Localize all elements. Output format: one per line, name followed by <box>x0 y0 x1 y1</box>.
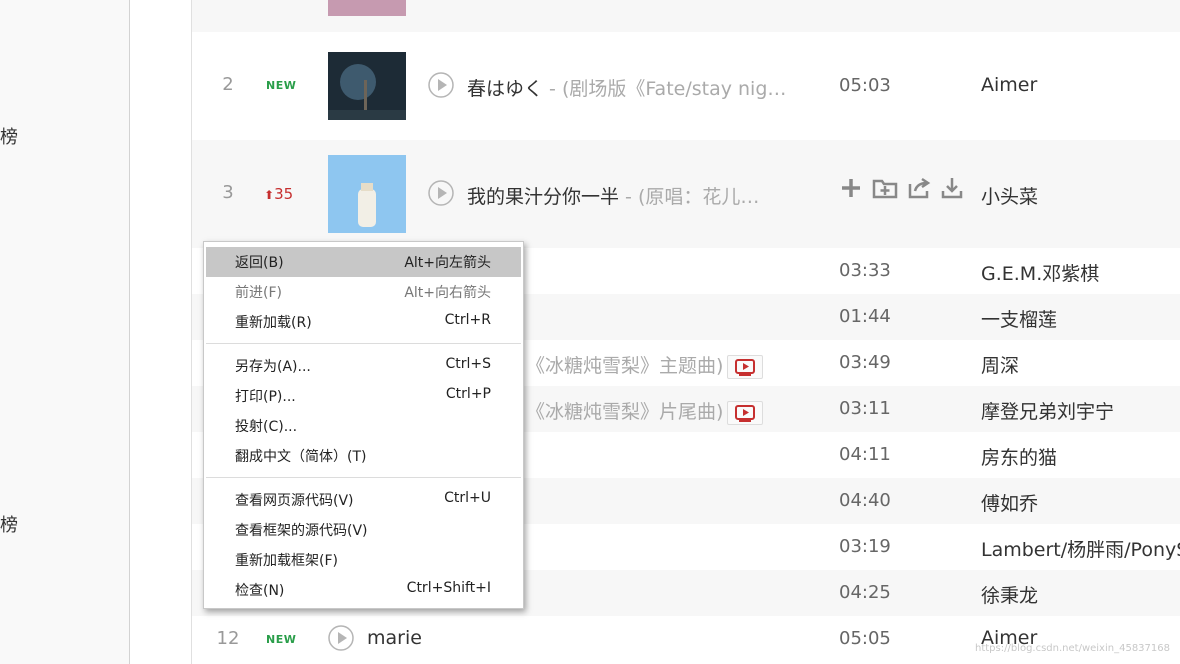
menu-item-label: 重新加载(R) <box>235 315 312 331</box>
row-actions <box>839 176 964 204</box>
add-icon[interactable] <box>839 176 863 204</box>
song-subtitle: 《冰糖炖雪梨》主题曲) <box>526 355 724 377</box>
rank-number: 12 <box>216 628 240 649</box>
song-subtitle: 《冰糖炖雪梨》片尾曲) <box>526 401 724 423</box>
new-badge: NEW <box>266 633 297 646</box>
sidebar-item-label[interactable]: 榜 <box>0 511 18 537</box>
menu-item-view-source[interactable]: 查看网页源代码(V) Ctrl+U <box>206 485 521 515</box>
menu-item-save-as[interactable]: 另存为(A)... Ctrl+S <box>206 351 521 381</box>
menu-item-view-frame-source[interactable]: 查看框架的源代码(V) <box>206 515 521 545</box>
song-title[interactable]: 《冰糖炖雪梨》片尾曲) <box>526 397 764 425</box>
menu-item-shortcut: Ctrl+S <box>445 356 491 372</box>
menu-item-shortcut: Ctrl+P <box>445 386 491 402</box>
album-cover[interactable] <box>328 155 406 233</box>
menu-separator <box>206 343 521 344</box>
song-title[interactable]: 春はゆく - (剧场版《Fate/stay nig… <box>467 74 786 101</box>
new-badge: NEW <box>266 79 297 92</box>
menu-item-label: 查看框架的源代码(V) <box>235 523 368 539</box>
menu-item-shortcut: Ctrl+U <box>444 490 491 506</box>
artist-link[interactable]: Aimer <box>981 74 1037 96</box>
menu-item-label: 重新加载框架(F) <box>235 553 338 569</box>
album-cover[interactable] <box>328 0 406 16</box>
artist-link[interactable]: 房东的猫 <box>981 443 1057 470</box>
table-row[interactable] <box>192 0 1180 32</box>
artist-link[interactable]: 徐秉龙 <box>981 581 1038 608</box>
menu-item-translate[interactable]: 翻成中文（简体）(T) <box>206 441 521 471</box>
song-subtitle: - (剧场版《Fate/stay nig… <box>543 78 787 100</box>
rank-change-value: 35 <box>274 185 294 203</box>
sidebar: 榜 榜 <box>0 0 130 664</box>
duration: 05:03 <box>839 75 891 96</box>
duration: 01:44 <box>839 306 891 327</box>
artist-link[interactable]: G.E.M.邓紫棋 <box>981 259 1099 286</box>
table-row[interactable]: 3 ⬆35 我的果汁分你一半 - (原唱：花儿… 小头菜 <box>192 140 1180 248</box>
duration: 03:11 <box>839 398 891 419</box>
menu-item-shortcut: Ctrl+Shift+I <box>406 580 491 596</box>
duration: 03:19 <box>839 536 891 557</box>
menu-item-label: 检查(N) <box>235 583 285 599</box>
artist-link[interactable]: 周深 <box>981 351 1019 378</box>
menu-item-cast[interactable]: 投射(C)... <box>206 411 521 441</box>
menu-item-forward[interactable]: 前进(F) Alt+向右箭头 <box>206 277 521 307</box>
rank-number: 3 <box>222 182 234 203</box>
artist-link[interactable]: 小头菜 <box>981 182 1038 209</box>
artist-link[interactable]: Lambert/杨胖雨/PonySo <box>981 535 1180 562</box>
menu-item-reload-frame[interactable]: 重新加载框架(F) <box>206 545 521 575</box>
mv-icon[interactable] <box>727 354 764 379</box>
menu-item-label: 翻成中文（简体）(T) <box>235 449 367 465</box>
mv-icon[interactable] <box>727 400 764 425</box>
duration: 04:25 <box>839 582 891 603</box>
share-icon[interactable] <box>907 176 931 204</box>
song-title-text[interactable]: 春はゆく <box>467 78 543 100</box>
menu-separator <box>206 477 521 478</box>
watermark: https://blog.csdn.net/weixin_45837168 <box>974 643 1170 654</box>
menu-item-shortcut: Alt+向右箭头 <box>404 285 491 301</box>
sidebar-item-label[interactable]: 榜 <box>0 123 18 149</box>
duration: 04:40 <box>839 490 891 511</box>
table-row[interactable]: 2 NEW 春はゆく - (剧场版《Fate/stay nig… 05:03 A… <box>192 32 1180 140</box>
menu-item-label: 前进(F) <box>235 285 282 301</box>
rank-change-badge: ⬆35 <box>264 185 293 203</box>
add-to-folder-icon[interactable] <box>872 176 898 204</box>
menu-item-print[interactable]: 打印(P)... Ctrl+P <box>206 381 521 411</box>
play-icon[interactable] <box>328 625 354 651</box>
menu-item-label: 返回(B) <box>235 255 284 271</box>
artist-link[interactable]: 一支榴莲 <box>981 305 1057 332</box>
album-cover[interactable] <box>328 52 406 130</box>
song-subtitle: - (原唱：花儿… <box>619 186 760 208</box>
menu-item-label: 打印(P)... <box>235 389 296 405</box>
rank-number: 2 <box>222 74 234 95</box>
play-icon[interactable] <box>428 180 454 206</box>
menu-item-label: 另存为(A)... <box>235 359 311 375</box>
menu-item-label: 查看网页源代码(V) <box>235 493 354 509</box>
duration: 03:33 <box>839 260 891 281</box>
song-title-text[interactable]: 我的果汁分你一半 <box>467 186 619 208</box>
menu-item-label: 投射(C)... <box>235 419 298 435</box>
duration: 03:49 <box>839 352 891 373</box>
song-title[interactable]: 《冰糖炖雪梨》主题曲) <box>526 351 764 379</box>
song-title[interactable]: marie <box>367 627 422 649</box>
artist-link[interactable]: 摩登兄弟刘宇宁 <box>981 397 1114 424</box>
menu-item-shortcut: Ctrl+R <box>444 312 491 328</box>
duration: 04:11 <box>839 444 891 465</box>
menu-item-inspect[interactable]: 检查(N) Ctrl+Shift+I <box>206 575 521 605</box>
song-title[interactable]: 我的果汁分你一半 - (原唱：花儿… <box>467 182 759 209</box>
table-row[interactable]: 12 NEW marie 05:05 Aimer <box>192 616 1180 664</box>
context-menu: 返回(B) Alt+向左箭头 前进(F) Alt+向右箭头 重新加载(R) Ctrl+… <box>203 241 524 609</box>
menu-item-shortcut: Alt+向左箭头 <box>404 255 491 271</box>
artist-link[interactable]: 傅如乔 <box>981 489 1038 516</box>
menu-item-back[interactable]: 返回(B) Alt+向左箭头 <box>206 247 521 277</box>
duration: 05:05 <box>839 628 891 649</box>
download-icon[interactable] <box>940 176 964 204</box>
menu-item-reload[interactable]: 重新加载(R) Ctrl+R <box>206 307 521 337</box>
play-icon[interactable] <box>428 72 454 98</box>
arrow-up-icon: ⬆ <box>264 188 275 202</box>
